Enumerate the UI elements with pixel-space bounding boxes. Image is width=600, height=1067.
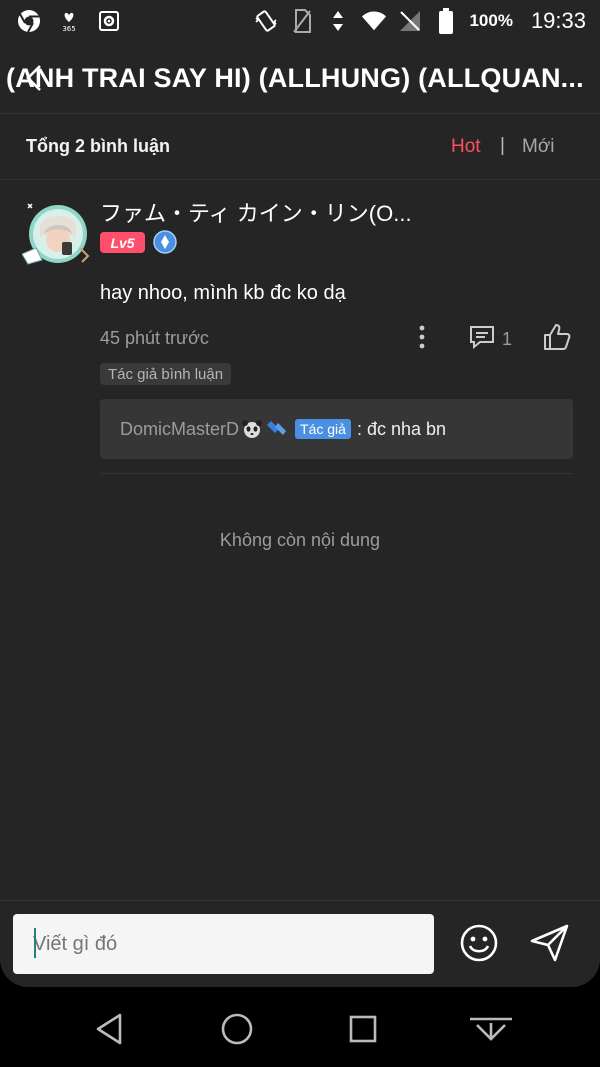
comment-count: Tổng 2 bình luận: [26, 136, 170, 156]
end-of-content-text: Không còn nội dung: [219, 530, 381, 550]
title-bar: (ANH TRAI SAY HI) (ALLHUNG) (ALLQUAN...: [0, 42, 600, 114]
settings-app-icon: [96, 8, 122, 34]
back-arrow-icon: [26, 65, 41, 91]
vibrate-icon: [253, 8, 279, 34]
blue-hands-emoji-icon: [265, 419, 287, 439]
chrome-icon: [16, 8, 42, 34]
page-title: (ANH TRAI SAY HI) (ALLHUNG) (ALLQUAN...: [6, 63, 584, 93]
verified-badge-icon: [153, 230, 177, 254]
smiley-icon: [460, 924, 498, 962]
avatar[interactable]: [21, 198, 90, 266]
nav-back-button[interactable]: [90, 1009, 130, 1049]
data-icon: [325, 8, 351, 34]
sort-new-tab[interactable]: Mới: [522, 136, 555, 158]
triangle-back-icon: [96, 1013, 122, 1045]
reply-count: 1: [502, 329, 513, 349]
comment-text: hay nhoo, mình kb đc ko dạ: [100, 282, 346, 304]
battery-percent: 100%: [469, 11, 513, 30]
divider: [100, 473, 573, 474]
more-options-icon[interactable]: [410, 323, 434, 351]
health-365-icon: 365: [56, 8, 82, 34]
reply-comment-icon[interactable]: [468, 324, 496, 350]
svg-text:365: 365: [62, 25, 75, 33]
collapse-down-icon: [470, 1017, 512, 1041]
back-button[interactable]: [18, 62, 50, 94]
comment-username[interactable]: ファム・ティ カイン・リン(O...: [100, 196, 430, 228]
no-signal-icon: [397, 8, 423, 34]
status-clock: 19:33: [530, 8, 586, 33]
like-thumb-icon[interactable]: [542, 322, 572, 352]
nav-home-button[interactable]: [217, 1009, 257, 1049]
comment-input-bar: [0, 900, 600, 987]
comment-time: 45 phút trước: [100, 328, 209, 348]
app-screen: 365 100% 19:33 (ANH TRAI SAY HI) (ALLHUN…: [0, 0, 600, 987]
status-bar: 365 100% 19:33: [0, 0, 600, 42]
author-badge: Tác giả: [295, 419, 351, 439]
sort-hot-tab[interactable]: Hot: [451, 136, 481, 158]
sort-separator: |: [500, 135, 505, 156]
send-paper-plane-icon: [530, 924, 569, 962]
comment-input[interactable]: [13, 914, 434, 974]
battery-icon: [433, 8, 459, 34]
wifi-icon: [361, 8, 387, 34]
no-sim-icon: [289, 8, 315, 34]
emoji-button[interactable]: [459, 923, 499, 963]
system-nav-bar: [0, 987, 600, 1067]
reply-preview[interactable]: DomicMasterD Tác giả : đc nha bn: [100, 399, 573, 459]
square-recents-icon: [349, 1015, 377, 1043]
nav-recents-button[interactable]: [343, 1009, 383, 1049]
text-cursor: [34, 928, 36, 958]
panda-emoji-icon: [241, 419, 263, 439]
circle-home-icon: [221, 1013, 253, 1045]
author-comment-tag: Tác giả bình luận: [100, 363, 232, 385]
reply-text: : đc nha bn: [356, 418, 447, 439]
level-badge: Lv5: [100, 232, 145, 253]
send-button[interactable]: [529, 923, 571, 963]
sort-bar: Tổng 2 bình luận Hot | Mới: [0, 114, 600, 180]
nav-collapse-button[interactable]: [467, 1009, 515, 1049]
reply-username[interactable]: DomicMasterD: [120, 419, 239, 440]
